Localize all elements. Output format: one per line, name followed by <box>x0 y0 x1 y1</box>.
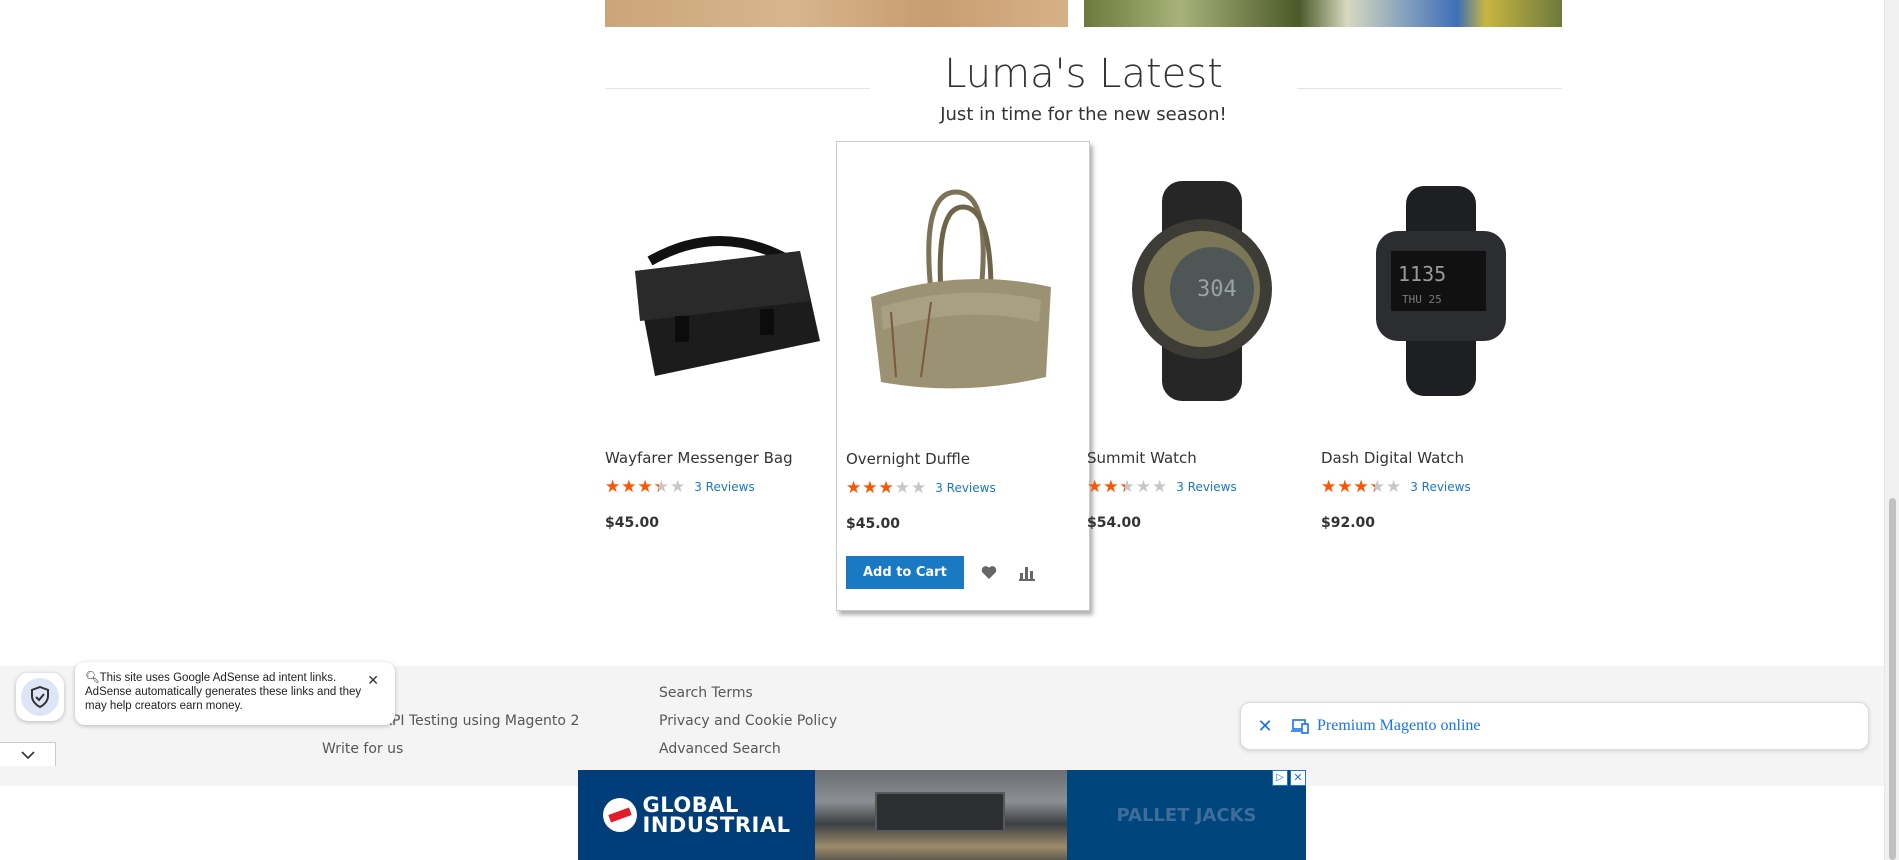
footer-link[interactable]: Write for us <box>322 741 403 757</box>
reviews-link[interactable]: 3 Reviews <box>935 481 996 495</box>
shield-check-icon <box>21 678 59 716</box>
rating-stars: ★★★★★★★★★★ <box>605 477 687 496</box>
digital-watch-image[interactable]: 1135 THU 25 <box>1321 141 1551 441</box>
scrollbar-thumb[interactable] <box>1889 498 1896 860</box>
logo-mark-icon <box>602 798 637 832</box>
product-name[interactable]: Dash Digital Watch <box>1321 449 1551 467</box>
product-rating: ★★★★★★★★★★ 3 Reviews <box>846 478 1089 498</box>
magnifier-icon: 🔍︎ <box>85 672 100 684</box>
brand-line-1: GLOBAL <box>642 793 739 817</box>
product-rating: ★★★★★★★★★★ 3 Reviews <box>605 477 835 497</box>
devices-icon <box>1291 718 1309 734</box>
messenger-bag-image[interactable] <box>605 141 835 441</box>
section-header: Luma's Latest Just in time for the new s… <box>605 48 1562 125</box>
adchoices-icon[interactable]: ▷ <box>1272 770 1288 786</box>
promo-image-forest[interactable] <box>1084 0 1562 27</box>
reviews-link[interactable]: 3 Reviews <box>1176 480 1237 494</box>
product-name[interactable]: Wayfarer Messenger Bag <box>605 449 835 467</box>
ad-brand-logo[interactable]: GLOBAL INDUSTRIAL <box>578 770 815 860</box>
reviews-link[interactable]: 3 Reviews <box>1410 480 1471 494</box>
svg-text:304: 304 <box>1197 277 1237 302</box>
footer-link[interactable]: Privacy and Cookie Policy <box>659 713 837 729</box>
close-icon[interactable]: ✕ <box>367 673 379 687</box>
product-item[interactable]: 304 Summit Watch ★★★★★★★★★★ 3 Reviews $5… <box>1087 141 1317 531</box>
rating-stars: ★★★★★★★★★★ <box>1321 477 1403 496</box>
product-actions: Add to Cart <box>846 556 1089 589</box>
sport-watch-image[interactable]: 304 <box>1087 141 1317 441</box>
ad-cta-text: PALLET JACKS <box>1116 804 1257 826</box>
adsense-notice: 🔍︎This site uses Google AdSense ad inten… <box>75 662 395 725</box>
svg-text:THU 25: THU 25 <box>1402 293 1442 306</box>
footer-link[interactable]: Search Terms <box>659 685 753 701</box>
close-icon[interactable]: ✕ <box>1290 770 1306 786</box>
product-price: $45.00 <box>605 515 660 531</box>
ad-product-photo[interactable] <box>815 770 1067 860</box>
chevron-down-icon <box>20 750 35 759</box>
bar-chart-icon[interactable] <box>1014 560 1040 586</box>
ad-intent-label[interactable]: Premium Magento online <box>1317 717 1481 735</box>
promo-image-sand[interactable] <box>605 0 1068 27</box>
product-price: $45.00 <box>846 516 901 532</box>
brand-line-2: INDUSTRIAL <box>642 813 791 837</box>
close-icon[interactable]: ✕ <box>1255 716 1275 737</box>
divider-right <box>1297 88 1562 89</box>
product-rating: ★★★★★★★★★★ 3 Reviews <box>1321 477 1551 497</box>
reviews-link[interactable]: 3 Reviews <box>694 480 755 494</box>
product-price: $92.00 <box>1321 515 1376 531</box>
product-grid: Wayfarer Messenger Bag ★★★★★★★★★★ 3 Revi… <box>605 141 1562 611</box>
section-title: Luma's Latest <box>944 51 1223 97</box>
ad-cta-panel[interactable]: PALLET JACKS ▷ ✕ <box>1067 770 1306 860</box>
product-name[interactable]: Summit Watch <box>1087 449 1317 467</box>
product-price: $54.00 <box>1087 515 1142 531</box>
scrollbar[interactable] <box>1884 0 1899 860</box>
rating-stars: ★★★★★★★★★★ <box>1087 477 1169 496</box>
product-item[interactable]: 1135 THU 25 Dash Digital Watch ★★★★★★★★★… <box>1321 141 1551 531</box>
section-subtitle: Just in time for the new season! <box>940 104 1227 125</box>
collapse-button[interactable] <box>0 742 56 766</box>
ad-privacy-button[interactable] <box>16 673 64 721</box>
ad-banner[interactable]: GLOBAL INDUSTRIAL PALLET JACKS ▷ ✕ <box>578 770 1306 860</box>
product-item[interactable]: Wayfarer Messenger Bag ★★★★★★★★★★ 3 Revi… <box>605 141 835 531</box>
rating-stars: ★★★★★★★★★★ <box>846 478 928 497</box>
product-rating: ★★★★★★★★★★ 3 Reviews <box>1087 477 1317 497</box>
footer-link[interactable]: Advanced Search <box>659 741 781 757</box>
adsense-notice-text: This site uses Google AdSense ad intent … <box>85 672 362 712</box>
product-name[interactable]: Overnight Duffle <box>846 450 1089 468</box>
product-item[interactable]: Overnight Duffle ★★★★★★★★★★ 3 Reviews $4… <box>836 141 1090 611</box>
divider-left <box>605 88 870 89</box>
heart-icon[interactable] <box>976 560 1002 586</box>
svg-text:1135: 1135 <box>1398 262 1446 286</box>
duffle-bag-image[interactable] <box>846 142 1076 442</box>
add-to-cart-button[interactable]: Add to Cart <box>846 556 964 589</box>
ad-intent-chip[interactable]: ✕ Premium Magento online <box>1240 702 1869 750</box>
